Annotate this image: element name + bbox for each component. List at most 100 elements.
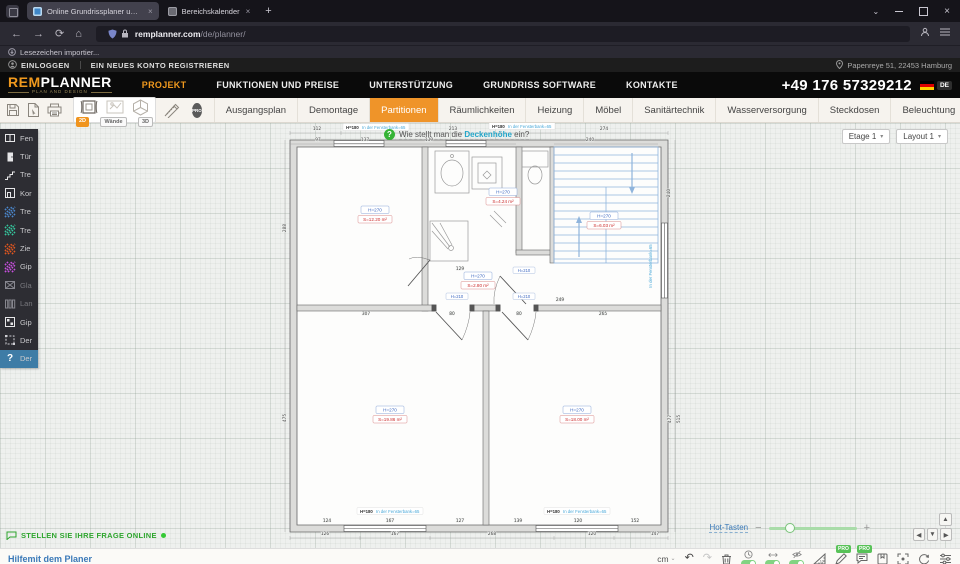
sidebar-tool-label: Tre	[20, 207, 31, 216]
hint-text[interactable]: Wie stellt man die Deckenhöhe ein?	[399, 130, 529, 140]
sidebar-tool-fen[interactable]: Fen	[0, 129, 38, 147]
help-link[interactable]: Hilfemit dem Planer	[8, 554, 92, 564]
sidebar-tool-gip[interactable]: Gip	[0, 313, 38, 331]
screenshot-button[interactable]	[897, 553, 909, 564]
planner-tab-ausgangsplan[interactable]: Ausgangsplan	[214, 98, 297, 122]
location-pin-icon	[836, 56, 843, 74]
settings-sliders-button[interactable]	[939, 553, 952, 564]
bookmarks-bar: Lesezeichen importier...	[0, 45, 960, 58]
planner-tab-partitionen[interactable]: Partitionen	[369, 98, 437, 122]
refresh-button[interactable]	[918, 553, 930, 564]
sidebar-tool-der[interactable]: Der	[0, 331, 38, 349]
sidebar-tool-der[interactable]: ?Der	[0, 350, 38, 368]
url-field[interactable]: remplanner.com /de/planner/	[96, 26, 910, 42]
sidebar-tool-zie[interactable]: Zie	[0, 239, 38, 257]
help-hint[interactable]: ? Wie stellt man die Deckenhöhe ein?	[384, 129, 529, 140]
floor-select-button[interactable]: Etage 1▾	[842, 129, 891, 144]
nav-projekt[interactable]: PROJEKT	[142, 80, 187, 90]
planner-tab-steckdosen[interactable]: Steckdosen	[818, 98, 891, 122]
zoom-slider-knob[interactable]	[785, 523, 795, 533]
remplanner-logo[interactable]: REMPLANNER PLAN AND DESIGN	[8, 75, 112, 95]
window-close-button[interactable]: ×	[944, 6, 950, 17]
language-badge[interactable]: DE	[937, 81, 952, 90]
window-maximize-button[interactable]	[919, 7, 928, 16]
planner-tab-möbel[interactable]: Möbel	[583, 98, 632, 122]
home-icon[interactable]: ⌂	[75, 28, 82, 40]
new-tab-button[interactable]: +	[265, 5, 271, 17]
dimensions-toggle[interactable]	[765, 551, 780, 564]
sidebar-tool-gla[interactable]: Gla	[0, 276, 38, 294]
nav-kontakte[interactable]: KONTAKTE	[626, 80, 678, 90]
german-flag-icon[interactable]	[920, 81, 934, 90]
forward-icon[interactable]: →	[33, 28, 44, 40]
history-toggle[interactable]	[741, 550, 756, 564]
pan-up-button[interactable]: ▲	[939, 513, 952, 526]
sidebar-tool-tre[interactable]: Tre	[0, 166, 38, 184]
layout-select-button[interactable]: Layout 1▾	[896, 129, 948, 144]
annotate-button[interactable]: PRO	[835, 553, 847, 564]
reload-icon[interactable]: ⟳	[55, 27, 64, 40]
ask-online-link[interactable]: STELLEN SIE IHRE FRAGE ONLINE	[6, 531, 166, 540]
visibility-toggle[interactable]	[789, 550, 804, 564]
import-bookmarks-item[interactable]: Lesezeichen importier...	[20, 48, 99, 57]
sidebar-tool-gip[interactable]: Gip	[0, 258, 38, 276]
zoom-slider[interactable]	[769, 527, 857, 530]
hotkeys-link[interactable]: Hot-Tasten	[709, 523, 748, 533]
draw-tools-icon[interactable]	[164, 103, 181, 118]
tab-close-icon[interactable]: ×	[148, 7, 153, 16]
browser-tab-calendar[interactable]: Bereichskalender ×	[162, 2, 257, 20]
tab-list-chevron-icon[interactable]: ⌄	[872, 7, 879, 16]
save-icon[interactable]	[6, 103, 20, 117]
redo-button[interactable]: ↷	[703, 553, 712, 564]
lock-icon[interactable]	[121, 29, 129, 38]
planner-tab-beleuchtung[interactable]: Beleuchtung	[890, 98, 960, 122]
planner-tab-sanitärtechnik[interactable]: Sanitärtechnik	[632, 98, 715, 122]
undo-button[interactable]: ↶	[685, 553, 694, 564]
plan-dimension: 288	[282, 224, 288, 232]
register-link[interactable]: EIN NEUES KONTO REGISTRIEREN	[91, 61, 230, 70]
sidebar-tool-tre[interactable]: Tre	[0, 221, 38, 239]
question-icon: ?	[384, 129, 395, 140]
menu-icon[interactable]	[940, 28, 950, 39]
planner-tab-heizung[interactable]: Heizung	[525, 98, 583, 122]
pan-right-button[interactable]: ▶	[940, 528, 952, 541]
account-icon[interactable]	[920, 27, 930, 40]
firefox-view-icon[interactable]	[6, 5, 19, 18]
nav-funktionen[interactable]: FUNKTIONEN UND PREISE	[216, 80, 339, 90]
badge-3d: 3D	[138, 117, 153, 127]
nav-grundriss-software[interactable]: GRUNDRISS SOFTWARE	[483, 80, 596, 90]
sidebar-tool-lan[interactable]: Lan	[0, 295, 38, 313]
zoom-in-button[interactable]: +	[864, 522, 870, 534]
back-icon[interactable]: ←	[11, 28, 22, 40]
login-link[interactable]: EINLOGGEN	[21, 61, 70, 70]
room-area-label: S=6.03 m²	[593, 223, 615, 228]
window-minimize-button[interactable]	[895, 10, 903, 12]
nav-unterstuetzung[interactable]: UNTERSTÜTZUNG	[369, 80, 453, 90]
shield-icon[interactable]	[108, 29, 117, 39]
planner-tab-wasserversorgung[interactable]: Wasserversorgung	[715, 98, 817, 122]
pan-down-button[interactable]: ▼	[927, 528, 939, 541]
new-document-icon[interactable]	[27, 103, 40, 117]
floor-plan-canvas[interactable]: 1121372132749713713924030780802652491291…	[38, 123, 960, 548]
delete-button[interactable]	[721, 553, 732, 564]
planner-tab-demontage[interactable]: Demontage	[297, 98, 369, 122]
units-select[interactable]: cm⌄	[657, 554, 675, 564]
tab-close-icon[interactable]: ×	[246, 7, 251, 16]
sidebar-tool-tür[interactable]: Tür	[0, 147, 38, 165]
sidebar-tool-tre[interactable]: Tre	[0, 203, 38, 221]
comments-button[interactable]: PRO	[856, 553, 868, 564]
measure-button[interactable]: 10	[813, 553, 826, 564]
planner-toolbar: 2D Wände 3D PRO AusgangsplanDemontagePar…	[0, 98, 960, 123]
pan-left-button[interactable]: ◀	[913, 528, 925, 541]
room-area-label: S=4.24 m²	[492, 199, 514, 204]
sidebar-tool-label: Zie	[20, 244, 30, 253]
pro-feature-icon[interactable]: PRO	[192, 103, 202, 118]
zoom-out-button[interactable]: −	[755, 522, 761, 534]
planner-tab-räumlichkeiten[interactable]: Räumlichkeiten	[438, 98, 526, 122]
phone-number[interactable]: +49 176 57329212	[782, 77, 912, 94]
chevron-down-icon: ▾	[880, 133, 883, 140]
export-document-button[interactable]	[877, 553, 888, 564]
browser-tab-planner[interactable]: Online Grundrissplaner und De ×	[27, 2, 159, 20]
print-icon[interactable]	[47, 103, 62, 117]
sidebar-tool-kor[interactable]: Kor	[0, 184, 38, 202]
